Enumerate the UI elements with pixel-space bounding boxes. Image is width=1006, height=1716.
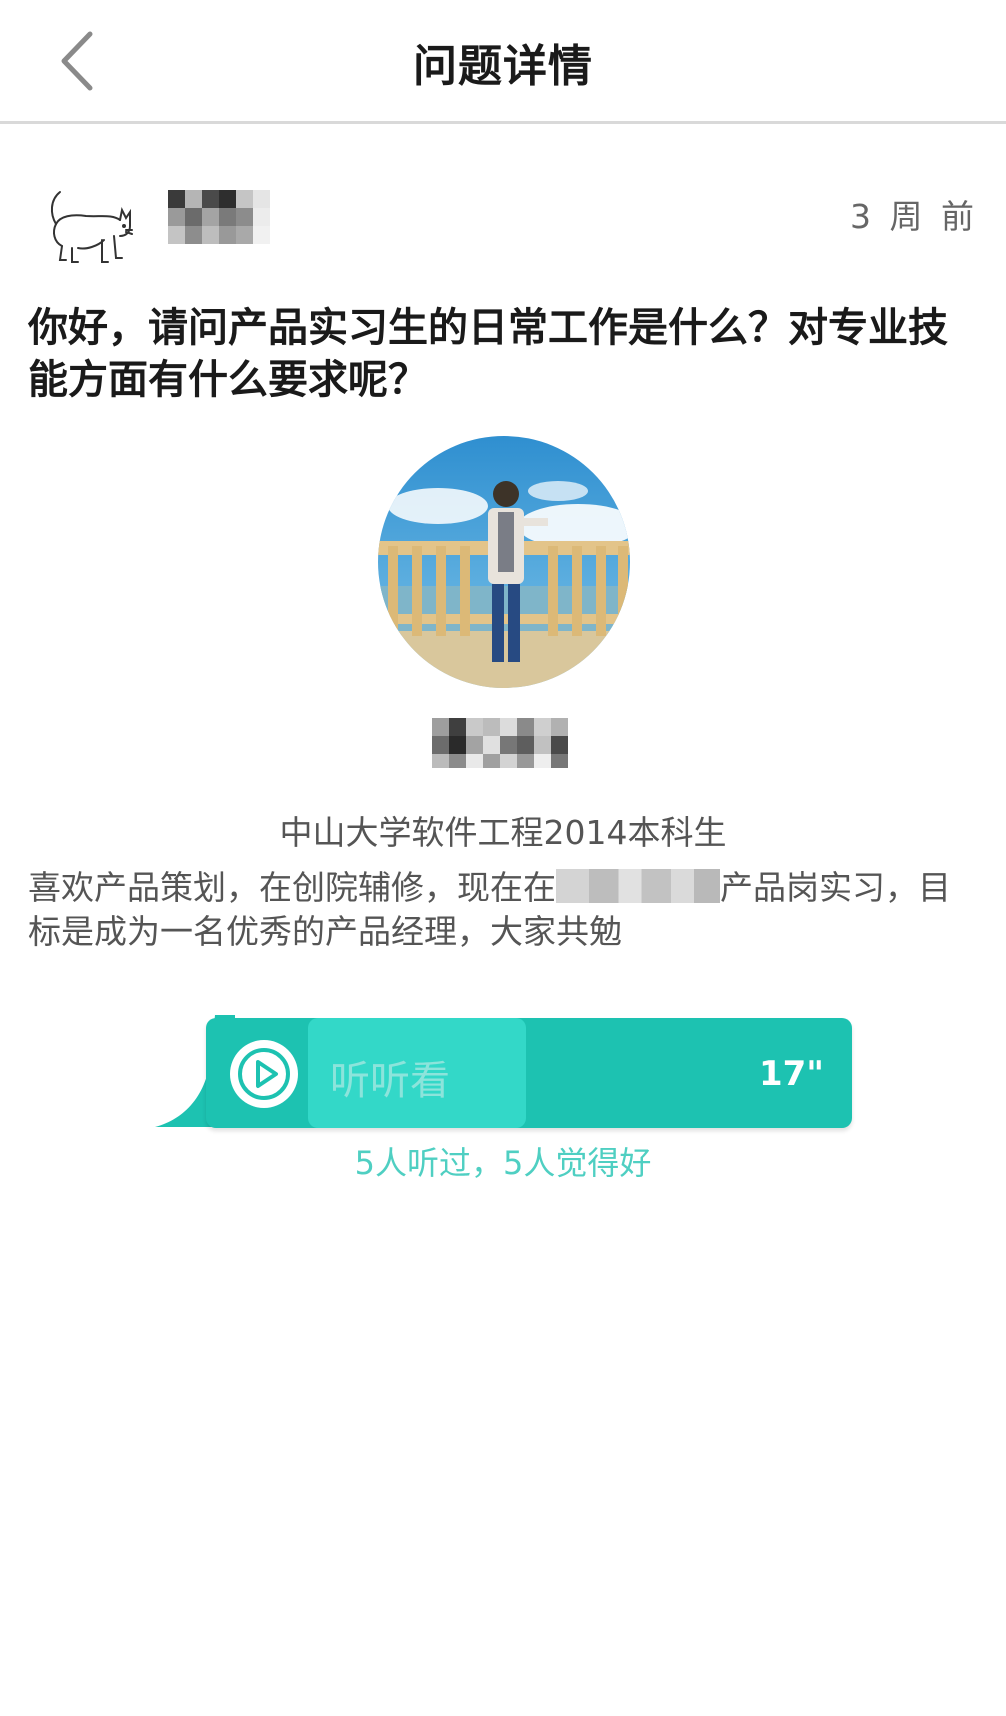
top-bar: 问题详情 <box>0 0 1006 124</box>
bio-text-start: 喜欢产品策划，在创院辅修，现在在 <box>28 868 556 907</box>
voice-duration: 17" <box>758 1054 824 1094</box>
cat-avatar-icon <box>50 191 133 263</box>
asker-avatar[interactable] <box>42 180 134 272</box>
answerer-name-redacted[interactable] <box>432 718 568 768</box>
company-name-redacted <box>556 869 720 903</box>
asker-name-redacted[interactable] <box>168 190 270 244</box>
question-text: 你好，请问产品实习生的日常工作是什么？对专业技能方面有什么要求呢？ <box>28 305 948 403</box>
answerer-school: 中山大学软件工程2014本科生 <box>279 813 727 852</box>
page-title: 问题详情 <box>413 41 593 92</box>
post-time: 3 周 前 <box>850 197 978 236</box>
listen-stats: 5人听过，5人觉得好 <box>354 1144 652 1182</box>
answerer-photo <box>378 436 630 688</box>
listen-label: 听听看 <box>330 1058 450 1104</box>
voice-answer-player[interactable]: 听听看 17" <box>206 1018 852 1128</box>
answerer-bio: 喜欢产品策划，在创院辅修，现在在 产品岗实习，目标是成为一名优秀的产品经理，大家共… <box>28 866 978 954</box>
play-icon[interactable] <box>228 1038 300 1110</box>
answerer-avatar[interactable] <box>378 436 630 688</box>
